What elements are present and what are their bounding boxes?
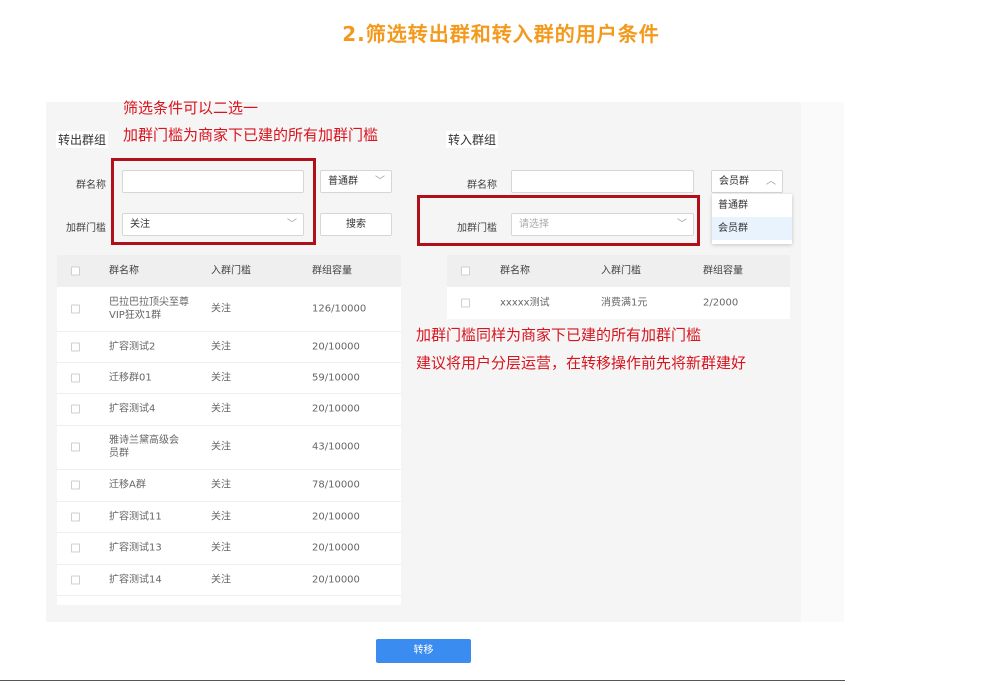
column-header: 群名称: [109, 265, 139, 277]
table-header: 群名称 入群门槛 群组容量: [447, 255, 790, 287]
row-threshold: 关注: [211, 542, 231, 554]
column-header: 入群门槛: [601, 265, 641, 277]
row-checkbox[interactable]: [71, 373, 80, 382]
table-row[interactable]: 迁移群01 关注 59/10000: [57, 362, 401, 394]
in-group-heading: 转入群组: [446, 131, 499, 148]
select-all-checkbox[interactable]: [461, 266, 470, 276]
annotation-box-left: [111, 158, 316, 245]
row-threshold: 关注: [211, 341, 231, 352]
row-capacity: 59/10000: [312, 372, 360, 383]
row-name: 扩容测试4: [109, 403, 156, 415]
row-threshold: 关注: [211, 511, 231, 522]
annotation-left-line2: 加群门槛为商家下已建的所有加群门槛: [123, 126, 379, 144]
row-name: 扩容测试14: [109, 574, 162, 585]
chevron-up-icon: ︿: [766, 176, 776, 187]
select-all-checkbox[interactable]: [71, 266, 80, 276]
row-name: 迁移A群: [109, 479, 146, 491]
row-checkbox[interactable]: [71, 404, 80, 414]
column-header: 入群门槛: [211, 265, 251, 277]
in-name-label: 群名称: [467, 180, 497, 191]
row-threshold: 关注: [211, 441, 231, 453]
out-type-select[interactable]: 普通群 ﹀: [320, 170, 392, 193]
bottom-divider: [0, 680, 845, 681]
out-type-value: 普通群: [328, 176, 358, 187]
row-capacity: 20/10000: [312, 511, 360, 522]
row-name: 迁移群01: [109, 372, 152, 383]
row-capacity: 2/2000: [703, 297, 739, 309]
table-row[interactable]: 雅诗兰黛高级会员群 关注 43/10000: [57, 425, 401, 470]
row-name: 巴拉巴拉顶尖至尊VIP狂欢1群: [109, 297, 189, 321]
row-threshold: 关注: [211, 574, 231, 585]
in-group-table: 群名称 入群门槛 群组容量 xxxxx测试 消费满1元 2/2000: [447, 255, 790, 319]
out-group-heading: 转出群组: [56, 131, 109, 148]
chevron-down-icon: ﹀: [375, 176, 385, 187]
row-checkbox[interactable]: [71, 304, 80, 314]
row-checkbox[interactable]: [461, 298, 470, 308]
transfer-button[interactable]: 转移: [376, 639, 471, 663]
row-name: 扩容测试11: [109, 511, 162, 522]
row-name: 扩容测试13: [109, 542, 162, 554]
row-capacity: 20/10000: [312, 403, 360, 415]
dropdown-option-member[interactable]: 会员群: [712, 217, 792, 240]
column-header: 群组容量: [703, 265, 743, 277]
row-capacity: 20/10000: [312, 341, 360, 352]
row-threshold: 关注: [211, 403, 231, 415]
row-name: 雅诗兰黛高级会员群: [109, 435, 179, 459]
column-header: 群名称: [500, 265, 530, 277]
annotation-box-right: [417, 195, 700, 246]
row-threshold: 关注: [211, 372, 231, 383]
row-checkbox[interactable]: [71, 575, 80, 584]
row-capacity: 20/10000: [312, 574, 360, 585]
annotation-right-line2: 建议将用户分层运营，在转移操作前先将新群建好: [416, 354, 747, 372]
table-row[interactable]: 巴拉巴拉顶尖至尊VIP狂欢1群 关注 126/10000: [57, 287, 401, 332]
row-checkbox[interactable]: [71, 480, 80, 490]
table-row[interactable]: 扩容测试13 关注 20/10000: [57, 532, 401, 565]
row-threshold: 关注: [211, 479, 231, 491]
row-threshold: 消费满1元: [601, 297, 648, 309]
column-header: 群组容量: [312, 265, 352, 277]
table-row[interactable]: 迁移A群 关注 78/10000: [57, 469, 401, 502]
table-row[interactable]: 扩容测试11 关注 20/10000: [57, 501, 401, 533]
panel-right-strip: [801, 102, 844, 622]
row-threshold: 关注: [211, 303, 231, 315]
row-checkbox[interactable]: [71, 543, 80, 553]
row-capacity: 20/10000: [312, 542, 360, 554]
annotation-left-line1: 筛选条件可以二选一: [123, 99, 259, 117]
table-header: 群名称 入群门槛 群组容量: [57, 255, 401, 287]
row-capacity: 126/10000: [312, 303, 367, 315]
in-name-input[interactable]: [511, 170, 694, 193]
in-type-value: 会员群: [719, 176, 749, 187]
table-row[interactable]: 扩容测试2 关注 20/10000: [57, 331, 401, 363]
row-checkbox[interactable]: [71, 342, 80, 351]
search-button[interactable]: 搜索: [320, 213, 392, 236]
row-checkbox[interactable]: [71, 442, 80, 452]
table-row[interactable]: xxxxx测试 消费满1元 2/2000: [447, 287, 790, 319]
type-dropdown-menu: 普通群 会员群: [712, 194, 792, 244]
table-row[interactable]: 扩容测试14 关注 20/10000: [57, 564, 401, 596]
table-row[interactable]: 扩容测试4 关注 20/10000: [57, 393, 401, 426]
row-capacity: 78/10000: [312, 479, 360, 491]
row-checkbox[interactable]: [71, 512, 80, 521]
out-group-table: 群名称 入群门槛 群组容量 巴拉巴拉顶尖至尊VIP狂欢1群 关注 126/100…: [57, 255, 401, 605]
out-threshold-label: 加群门槛: [66, 223, 106, 234]
dropdown-option-normal[interactable]: 普通群: [712, 194, 792, 217]
row-name: xxxxx测试: [500, 297, 550, 309]
row-capacity: 43/10000: [312, 441, 360, 453]
row-name: 扩容测试2: [109, 341, 156, 352]
out-name-label: 群名称: [76, 180, 106, 191]
annotation-right-line1: 加群门槛同样为商家下已建的所有加群门槛: [416, 326, 702, 344]
in-type-select[interactable]: 会员群 ︿: [711, 170, 783, 193]
page-title: 2.筛选转出群和转入群的用户条件: [342, 22, 660, 46]
